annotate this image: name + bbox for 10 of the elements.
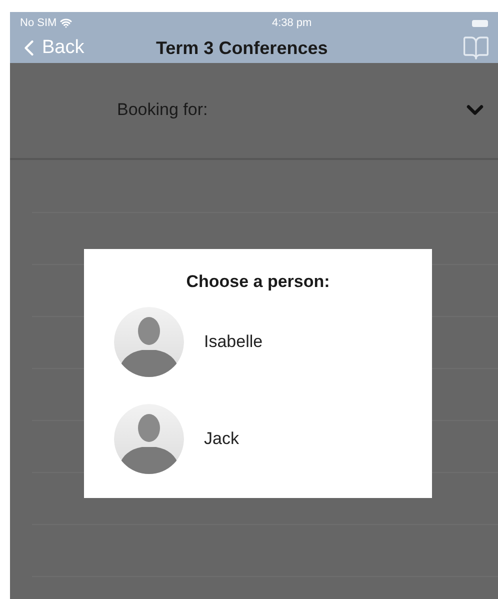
battery-icon	[472, 20, 488, 26]
carrier-text: No SIM	[20, 16, 57, 31]
person-item[interactable]: Jack	[114, 404, 432, 474]
clock-text: 4:38 pm	[272, 16, 312, 31]
wifi-icon	[60, 17, 72, 29]
person-item[interactable]: Isabelle	[114, 306, 432, 376]
avatar-icon	[114, 306, 184, 376]
avatar-icon	[114, 404, 184, 474]
dialog-title: Choose a person:	[185, 271, 331, 293]
screen-title: Term 3 Conferences	[156, 36, 328, 60]
